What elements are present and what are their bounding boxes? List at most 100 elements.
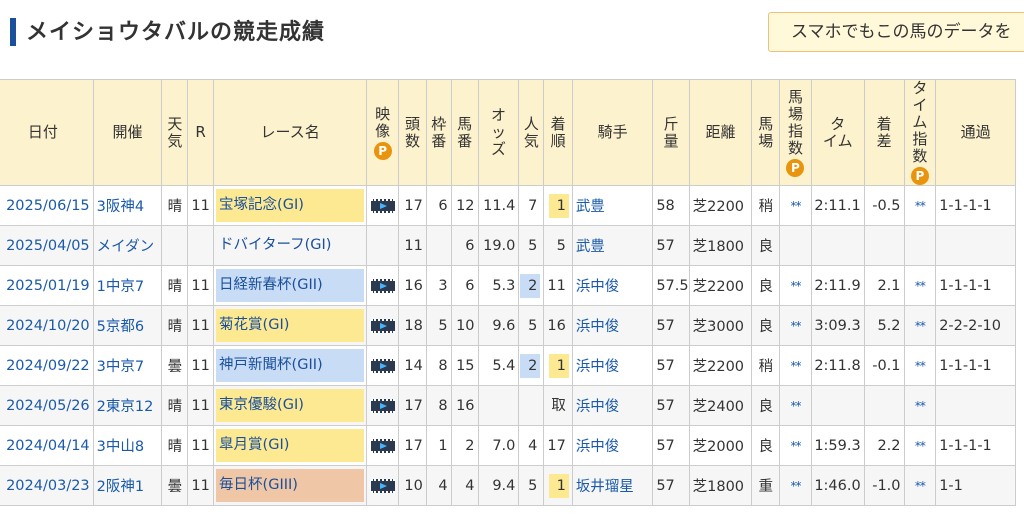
video-cell[interactable] xyxy=(366,465,400,506)
venue-link-text[interactable]: 3阪神4 xyxy=(97,199,144,215)
video-cell[interactable] xyxy=(366,425,400,466)
date-link-text[interactable]: 2024/05/26 xyxy=(6,398,90,414)
race-name-cell[interactable]: 菊花賞(GI) xyxy=(213,305,368,346)
time-index-value[interactable]: ** xyxy=(915,279,926,293)
venue-link[interactable]: メイダン xyxy=(92,225,163,266)
col-odds[interactable]: オッズ xyxy=(477,79,520,186)
time-index-value[interactable]: ** xyxy=(915,439,926,453)
venue-link[interactable]: 2東京12 xyxy=(92,385,163,426)
col-popularity[interactable]: 人気 xyxy=(518,79,545,186)
video-cell[interactable] xyxy=(366,385,400,426)
race-name-cell[interactable]: 東京優駿(GI) xyxy=(213,385,368,426)
smartphone-data-link[interactable]: スマホでもこの馬のデータを xyxy=(768,12,1024,52)
race-name-cell[interactable]: ドバイターフ(GI) xyxy=(213,225,368,266)
video-play-icon[interactable] xyxy=(370,198,395,213)
jockey-link[interactable]: 浜中俊 xyxy=(571,385,654,426)
venue-link[interactable]: 1中京7 xyxy=(92,265,163,306)
race-name-cell[interactable]: 毎日杯(GIII) xyxy=(213,465,368,506)
date-link[interactable]: 2025/06/15 xyxy=(0,185,94,226)
track-index-cell[interactable]: ** xyxy=(779,265,812,306)
date-link[interactable]: 2025/04/05 xyxy=(0,225,94,266)
race-name-link[interactable]: 皐月賞(GI) xyxy=(216,429,365,462)
track-index-value[interactable]: ** xyxy=(790,199,801,213)
track-index-cell[interactable]: ** xyxy=(779,465,812,506)
jockey-link[interactable]: 坂井瑠星 xyxy=(571,465,654,506)
track-index-value[interactable]: ** xyxy=(790,399,801,413)
col-frame[interactable]: 枠番 xyxy=(425,79,452,186)
date-link[interactable]: 2025/01/19 xyxy=(0,265,94,306)
date-link[interactable]: 2024/10/20 xyxy=(0,305,94,346)
date-link-text[interactable]: 2024/03/23 xyxy=(6,478,90,494)
video-play-icon[interactable] xyxy=(370,278,395,293)
time-index-cell[interactable]: ** xyxy=(903,305,937,346)
col-venue[interactable]: 開催 xyxy=(92,79,163,186)
venue-link-text[interactable]: 2阪神1 xyxy=(97,479,144,495)
date-link[interactable]: 2024/05/26 xyxy=(0,385,94,426)
jockey-link-text[interactable]: 坂井瑠星 xyxy=(576,479,634,495)
col-weather[interactable]: 天気 xyxy=(161,79,189,186)
track-index-cell[interactable]: ** xyxy=(779,345,812,386)
col-jockey[interactable]: 騎手 xyxy=(571,79,654,186)
track-index-value[interactable]: ** xyxy=(790,279,801,293)
col-field-size[interactable]: 頭数 xyxy=(398,79,427,186)
venue-link-text[interactable]: 3中山8 xyxy=(97,439,144,455)
time-index-value[interactable]: ** xyxy=(915,479,926,493)
video-cell[interactable] xyxy=(366,265,400,306)
date-link-text[interactable]: 2024/10/20 xyxy=(6,318,90,334)
time-index-value[interactable]: ** xyxy=(915,319,926,333)
venue-link-text[interactable]: メイダン xyxy=(97,239,154,255)
race-name-link[interactable]: 神戸新聞杯(GII) xyxy=(216,349,365,382)
video-play-icon[interactable] xyxy=(370,478,395,493)
video-play-icon[interactable] xyxy=(370,358,395,373)
date-link-text[interactable]: 2024/09/22 xyxy=(6,358,90,374)
video-play-icon[interactable] xyxy=(370,398,395,413)
col-distance[interactable]: 距離 xyxy=(688,79,753,186)
venue-link[interactable]: 3中山8 xyxy=(92,425,163,466)
date-link-text[interactable]: 2024/04/14 xyxy=(6,438,90,454)
race-name-link[interactable]: ドバイターフ(GI) xyxy=(216,229,364,262)
jockey-link-text[interactable]: 浜中俊 xyxy=(576,279,620,295)
jockey-link[interactable]: 武豊 xyxy=(571,225,654,266)
track-index-cell[interactable]: ** xyxy=(779,185,812,226)
track-index-cell[interactable]: ** xyxy=(779,385,812,426)
race-name-link[interactable]: 宝塚記念(GI) xyxy=(216,189,365,222)
track-index-cell[interactable]: ** xyxy=(779,425,812,466)
venue-link[interactable]: 5京都6 xyxy=(92,305,163,346)
race-name-cell[interactable]: 日経新春杯(GII) xyxy=(213,265,368,306)
jockey-link[interactable]: 浜中俊 xyxy=(571,425,654,466)
col-race-name[interactable]: レース名 xyxy=(213,79,368,186)
jockey-link-text[interactable]: 浜中俊 xyxy=(576,439,620,455)
date-link[interactable]: 2024/09/22 xyxy=(0,345,94,386)
race-name-link[interactable]: 日経新春杯(GII) xyxy=(216,269,365,302)
race-name-link[interactable]: 毎日杯(GIII) xyxy=(216,469,365,502)
venue-link-text[interactable]: 2東京12 xyxy=(97,399,154,415)
jockey-link-text[interactable]: 浜中俊 xyxy=(576,359,620,375)
track-index-cell[interactable]: ** xyxy=(779,305,812,346)
col-finish[interactable]: 着順 xyxy=(543,79,573,186)
venue-link-text[interactable]: 5京都6 xyxy=(97,319,144,335)
date-link[interactable]: 2024/04/14 xyxy=(0,425,94,466)
col-weight[interactable]: 斤量 xyxy=(652,79,690,186)
jockey-link-text[interactable]: 武豊 xyxy=(576,199,605,215)
col-horse-no[interactable]: 馬番 xyxy=(450,79,479,186)
time-index-cell[interactable] xyxy=(903,225,937,266)
time-index-cell[interactable]: ** xyxy=(903,345,937,386)
venue-link[interactable]: 2阪神1 xyxy=(92,465,163,506)
date-link-text[interactable]: 2025/06/15 xyxy=(6,198,90,214)
track-index-cell[interactable] xyxy=(779,225,812,266)
venue-link[interactable]: 3阪神4 xyxy=(92,185,163,226)
time-index-cell[interactable]: ** xyxy=(903,185,937,226)
time-index-cell[interactable]: ** xyxy=(903,465,937,506)
track-index-value[interactable]: ** xyxy=(790,479,801,493)
jockey-link-text[interactable]: 浜中俊 xyxy=(576,319,620,335)
col-time[interactable]: タイム xyxy=(810,79,865,186)
track-index-value[interactable]: ** xyxy=(790,359,801,373)
time-index-value[interactable]: ** xyxy=(915,199,926,213)
col-margin[interactable]: 着差 xyxy=(863,79,905,186)
jockey-link[interactable]: 浜中俊 xyxy=(571,345,654,386)
time-index-value[interactable]: ** xyxy=(915,359,926,373)
date-link[interactable]: 2024/03/23 xyxy=(0,465,94,506)
video-play-icon[interactable] xyxy=(370,318,395,333)
race-name-link[interactable]: 東京優駿(GI) xyxy=(216,389,365,422)
date-link-text[interactable]: 2025/04/05 xyxy=(6,238,90,254)
